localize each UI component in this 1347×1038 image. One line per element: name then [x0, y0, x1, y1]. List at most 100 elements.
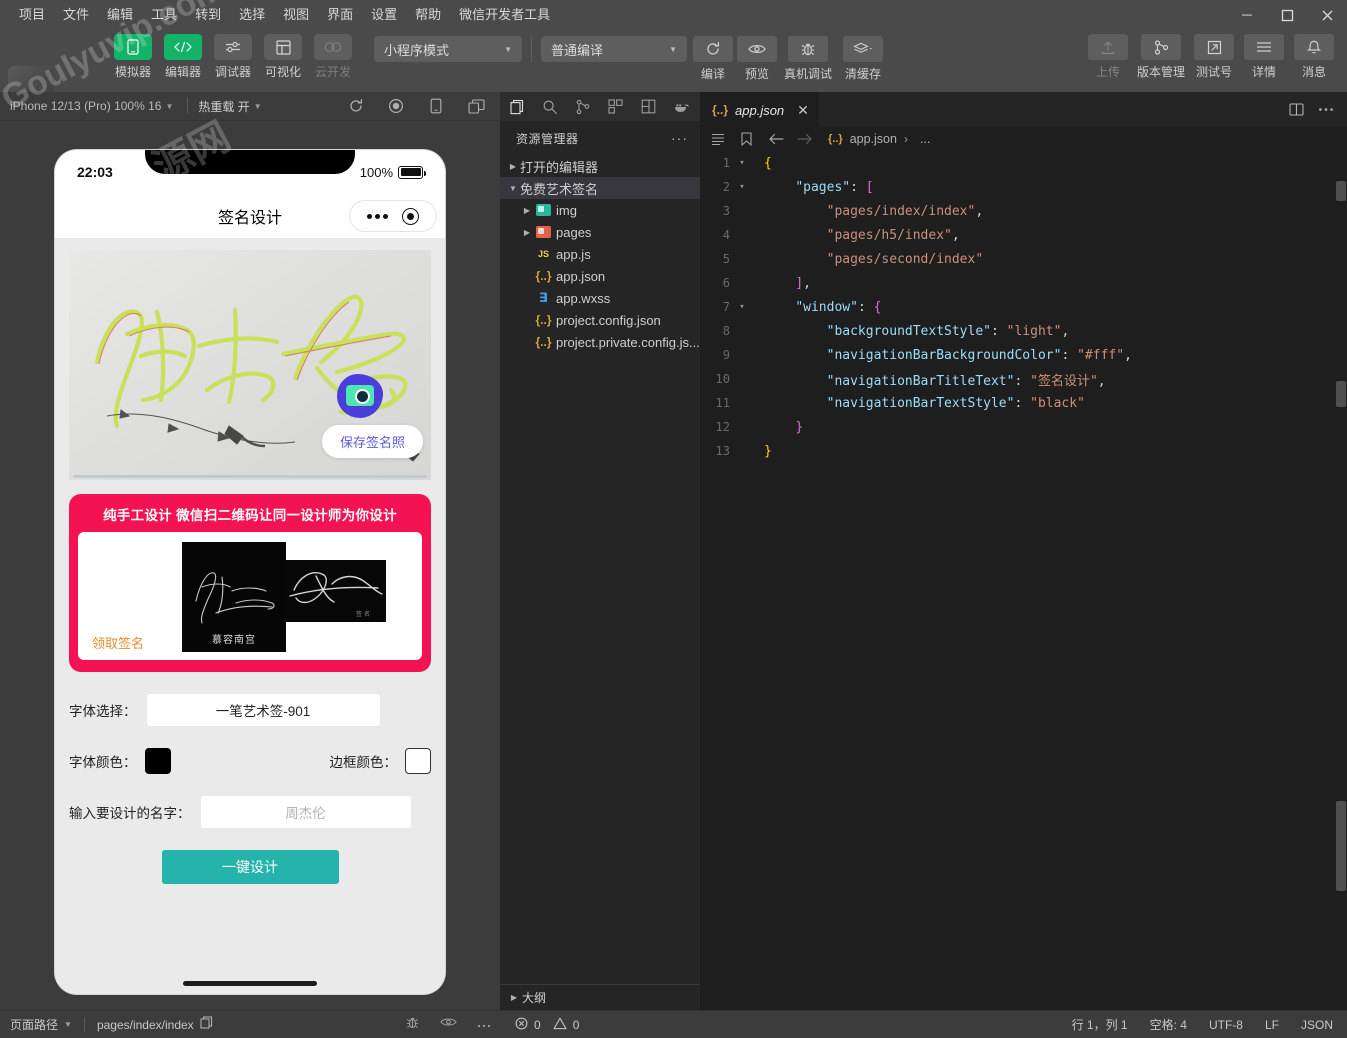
breadcrumb-file[interactable]: app.json [850, 132, 897, 146]
code-line[interactable]: 12 } [700, 415, 1347, 439]
code-line[interactable]: 2 ▾ "pages": [ [700, 175, 1347, 199]
device-select-value[interactable]: iPhone 12/13 (Pro) 100% 16 [0, 99, 161, 113]
snippets-icon[interactable] [632, 92, 665, 121]
more-dots-icon[interactable] [367, 213, 388, 219]
close-miniprogram-icon[interactable] [402, 207, 419, 225]
editor-scrollbar[interactable] [1333, 151, 1347, 1010]
compile-button[interactable]: 编译 [691, 36, 735, 82]
code-line[interactable]: 3 "pages/index/index", [700, 199, 1347, 223]
search-icon[interactable] [533, 92, 566, 121]
signature-preview-image[interactable]: 保存签名照 [69, 250, 431, 480]
hot-reload-toggle[interactable]: 热重载 开 [198, 98, 249, 115]
language-mode[interactable]: JSON [1301, 1018, 1333, 1032]
compile-select[interactable]: 普通编译 ▼ [541, 36, 687, 62]
fold-chevron-icon[interactable]: ▾ [734, 302, 750, 312]
code-line[interactable]: 10 "navigationBarTitleText": "签名设计", [700, 367, 1347, 391]
page-path-label[interactable]: 页面路径 [10, 1016, 58, 1033]
debugger-toggle-button[interactable]: 调试器 [210, 34, 256, 80]
outline-icon[interactable] [704, 127, 731, 151]
outline-section[interactable]: ▶ 大纲 [500, 984, 700, 1010]
tree-item-img[interactable]: ▶ img [500, 199, 700, 221]
record-icon[interactable] [376, 92, 416, 121]
name-input[interactable]: 周杰伦 [200, 796, 411, 828]
section-open-editors[interactable]: ▶ 打开的编辑器 [500, 155, 700, 177]
code-line[interactable]: 8 "backgroundTextStyle": "light", [700, 319, 1347, 343]
encoding[interactable]: UTF-8 [1209, 1018, 1243, 1032]
mode-select[interactable]: 小程序模式 ▼ [374, 36, 522, 62]
rotate-device-icon[interactable] [416, 92, 456, 121]
code-line[interactable]: 5 "pages/second/index" [700, 247, 1347, 271]
menu-item-tools[interactable]: 工具 [142, 0, 186, 30]
menu-item-project[interactable]: 项目 [10, 0, 54, 30]
eye-icon[interactable] [440, 1015, 457, 1035]
chevron-right-icon[interactable]: ▶ [520, 228, 534, 237]
chevron-down-icon[interactable]: ▼ [64, 1020, 72, 1029]
back-arrow-icon[interactable] [762, 127, 789, 151]
real-device-debug-button[interactable]: 真机调试 [779, 36, 837, 82]
chevron-down-icon[interactable]: ▼ [250, 102, 266, 111]
code-line[interactable]: 9 "navigationBarBackgroundColor": "#fff"… [700, 343, 1347, 367]
tree-item-pages[interactable]: ▶ pages [500, 221, 700, 243]
menu-item-help[interactable]: 帮助 [406, 0, 450, 30]
indentation[interactable]: 空格: 4 [1150, 1016, 1187, 1033]
menu-item-file[interactable]: 文件 [54, 0, 98, 30]
menu-item-select[interactable]: 选择 [230, 0, 274, 30]
messages-button[interactable]: 消息 [1289, 34, 1339, 80]
menu-item-goto[interactable]: 转到 [186, 0, 230, 30]
docker-icon[interactable] [665, 92, 698, 121]
clear-cache-button[interactable]: 清缓存 [837, 36, 889, 82]
one-click-design-button[interactable]: 一键设计 [161, 850, 339, 884]
code-line[interactable]: 11 "navigationBarTextStyle": "black" [700, 391, 1347, 415]
menu-item-view[interactable]: 视图 [274, 0, 318, 30]
code-line[interactable]: 4 "pages/h5/index", [700, 223, 1347, 247]
problems-indicator[interactable]: 0 0 [515, 1017, 579, 1033]
more-actions-icon[interactable] [1311, 92, 1341, 127]
tab-app-json[interactable]: {..} app.json ✕ [700, 92, 819, 127]
tree-item-app-json[interactable]: {..} app.json [500, 265, 700, 287]
chevron-right-icon[interactable]: ▶ [520, 206, 534, 215]
bug-icon[interactable] [405, 1015, 420, 1035]
code-line[interactable]: 1 ▾ { [700, 151, 1347, 175]
font-select-input[interactable]: 一笔艺术签-901 [146, 694, 380, 726]
forward-arrow-icon[interactable] [791, 127, 818, 151]
multi-window-icon[interactable] [456, 92, 496, 121]
promo-card[interactable]: 纯手工设计 微信扫二维码让同一设计师为你设计 慕容南宫 签名 领取签名 [69, 494, 431, 672]
wechat-capsule[interactable] [349, 200, 437, 232]
menu-item-edit[interactable]: 编辑 [98, 0, 142, 30]
breadcrumb-tail[interactable]: ... [920, 132, 930, 146]
cloud-toggle-button[interactable]: 云开发 [310, 34, 356, 80]
minimize-icon[interactable] [1227, 0, 1267, 30]
cursor-position[interactable]: 行 1，列 1 [1072, 1016, 1128, 1033]
visualizer-toggle-button[interactable]: 可视化 [260, 34, 306, 80]
extensions-icon[interactable] [599, 92, 632, 121]
details-button[interactable]: 详情 [1239, 34, 1289, 80]
code-line[interactable]: 13} [700, 439, 1347, 463]
code-line[interactable]: 6 ], [700, 271, 1347, 295]
code-line[interactable]: 7 ▾ "window": { [700, 295, 1347, 319]
line-ending[interactable]: LF [1265, 1018, 1279, 1032]
menu-item-interface[interactable]: 界面 [318, 0, 362, 30]
code-content[interactable]: 1 ▾{2 ▾ "pages": [3 "pages/index/index", 4 … [700, 151, 1347, 1010]
refresh-icon[interactable] [336, 92, 376, 121]
section-project-root[interactable]: ▼ 免费艺术签名 [500, 177, 700, 199]
copy-icon[interactable] [200, 1016, 213, 1034]
more-icon[interactable] [477, 1015, 491, 1035]
tree-item-app-wxss[interactable]: ∃ app.wxss [500, 287, 700, 309]
tree-item-project-config[interactable]: {..} project.config.json [500, 309, 700, 331]
bookmark-icon[interactable] [733, 127, 760, 151]
files-icon[interactable] [500, 92, 533, 121]
menu-item-devtools[interactable]: 微信开发者工具 [450, 0, 559, 30]
simulator-toggle-button[interactable]: 模拟器 [110, 34, 156, 80]
editor-toggle-button[interactable]: 编辑器 [160, 34, 206, 80]
chevron-down-icon[interactable]: ▼ [506, 184, 520, 193]
menu-item-settings[interactable]: 设置 [362, 0, 406, 30]
chevron-right-icon[interactable]: ▶ [506, 162, 520, 171]
save-signature-button[interactable]: 保存签名照 [321, 425, 423, 458]
split-editor-icon[interactable] [1281, 92, 1311, 127]
fold-chevron-icon[interactable]: ▾ [734, 182, 750, 192]
upload-button[interactable]: 上传 [1083, 34, 1133, 80]
tree-item-app-js[interactable]: JS app.js [500, 243, 700, 265]
version-control-button[interactable]: 版本管理 [1133, 34, 1189, 80]
test-account-button[interactable]: 测试号 [1189, 34, 1239, 80]
source-control-icon[interactable] [566, 92, 599, 121]
